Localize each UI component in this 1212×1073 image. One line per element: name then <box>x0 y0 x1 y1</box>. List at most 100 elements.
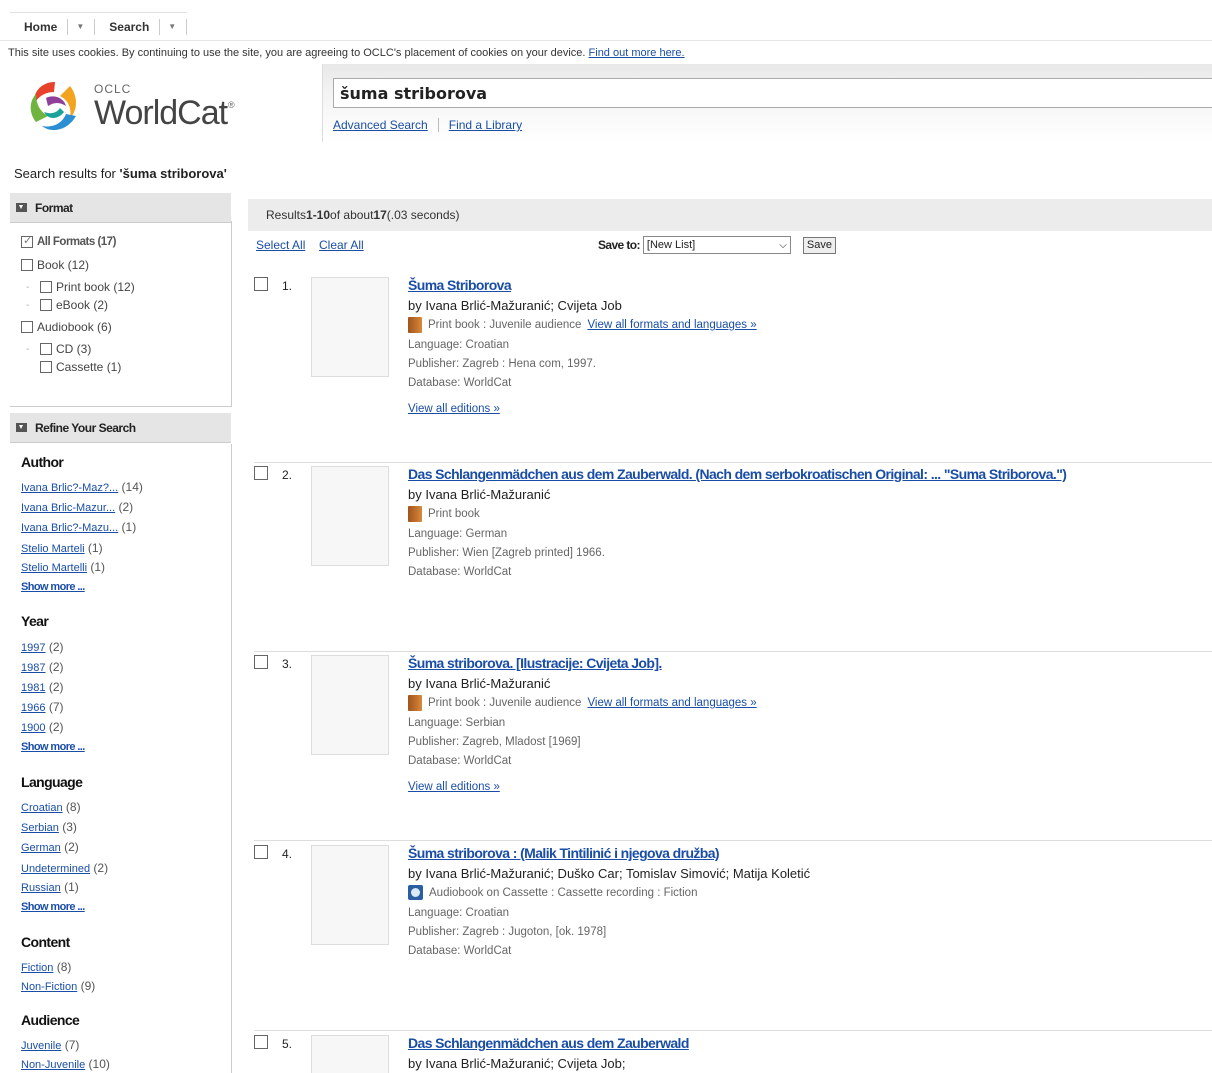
cover-thumbnail[interactable] <box>311 466 389 566</box>
checkbox[interactable] <box>40 361 52 373</box>
clear-all-link[interactable]: Clear All <box>319 238 364 252</box>
result-title[interactable]: Šuma Striborova <box>408 277 512 293</box>
facet-count: (1) <box>118 520 137 534</box>
facet-count: (9) <box>77 979 96 993</box>
format-header[interactable]: Format <box>10 193 231 223</box>
format-all[interactable]: All Formats (17) <box>21 234 116 248</box>
checkbox[interactable] <box>21 234 33 248</box>
format-cd[interactable]: - CD (3) <box>26 342 91 356</box>
view-formats-link[interactable]: View all formats and languages » <box>587 697 756 709</box>
facet-link[interactable]: 1966 <box>21 702 45 714</box>
results-for-query: 'šuma striborova' <box>119 166 227 181</box>
checkbox[interactable] <box>40 281 52 293</box>
facet-link[interactable]: Fiction <box>21 962 53 974</box>
format-label: CD (3) <box>56 342 92 356</box>
facet-link[interactable]: Non-Juvenile <box>21 1059 85 1071</box>
result-title[interactable]: Das Schlangenmädchen aus dem Zauberwald.… <box>408 466 1067 482</box>
cover-thumbnail[interactable] <box>311 655 389 755</box>
result-item: 2. Das Schlangenmädchen aus dem Zauberwa… <box>254 466 1212 652</box>
format-book[interactable]: Book (12) <box>21 258 89 272</box>
view-editions-link[interactable]: View all editions » <box>408 781 500 793</box>
nav-search-label[interactable]: Search <box>109 20 149 34</box>
facet-link[interactable]: 1987 <box>21 662 45 674</box>
facet-item: 1900 (2) <box>21 720 63 734</box>
format-print-book[interactable]: - Print book (12) <box>26 280 135 294</box>
logo-worldcat: WorldCat <box>94 94 228 132</box>
worldcat-logo[interactable]: OCLC WorldCat ® <box>24 76 244 138</box>
nav-search[interactable]: Search ▼ <box>95 13 188 41</box>
cover-thumbnail[interactable] <box>311 277 389 377</box>
facet-link[interactable]: Non-Fiction <box>21 981 77 993</box>
show-more-year[interactable]: Show more ... <box>21 741 85 753</box>
facet-link[interactable]: Serbian <box>21 822 59 834</box>
facet-link[interactable]: Ivana Brlic?-Maz?... <box>21 482 118 494</box>
chevron-down-icon[interactable]: ▼ <box>76 22 84 31</box>
show-more-author[interactable]: Show more ... <box>21 581 85 593</box>
advanced-search-link[interactable]: Advanced Search <box>333 118 428 132</box>
result-publisher: Publisher: Zagreb, Mladost [1969] <box>408 736 581 748</box>
cover-thumbnail[interactable] <box>311 845 389 945</box>
result-checkbox[interactable] <box>254 466 268 480</box>
collapse-icon[interactable] <box>16 423 27 432</box>
facet-item: Stelio Marteli (1) <box>21 541 103 555</box>
facet-link[interactable]: Russian <box>21 882 61 894</box>
refine-header[interactable]: Refine Your Search <box>10 413 231 443</box>
result-title[interactable]: Šuma striborova. [Ilustracije: Cvijeta J… <box>408 655 662 671</box>
facet-count: (8) <box>53 960 72 974</box>
search-input[interactable] <box>333 78 1212 108</box>
checkbox[interactable] <box>21 259 33 271</box>
cover-thumbnail[interactable] <box>311 1035 389 1073</box>
format-label: eBook (2) <box>56 298 109 312</box>
result-title[interactable]: Das Schlangenmädchen aus dem Zauberwald <box>408 1035 689 1051</box>
show-more-language[interactable]: Show more ... <box>21 901 85 913</box>
checkbox[interactable] <box>40 299 52 311</box>
facet-item: Ivana Brlic?-Maz?... (14) <box>21 480 143 494</box>
save-list-select[interactable]: [New List] ⌵ <box>642 236 791 254</box>
format-ebook[interactable]: - eBook (2) <box>26 298 108 312</box>
find-library-link[interactable]: Find a Library <box>449 118 522 132</box>
facet-link[interactable]: 1900 <box>21 722 45 734</box>
facet-link[interactable]: German <box>21 842 61 854</box>
facet-link[interactable]: Stelio Martelli <box>21 562 87 574</box>
nav-separator <box>67 18 69 35</box>
tree-connector-icon: - <box>26 299 30 311</box>
save-button[interactable]: Save <box>802 236 836 254</box>
cookie-notice: This site uses cookies. By continuing to… <box>8 47 685 59</box>
result-publisher: Publisher: Zagreb : Jugoton, [ok. 1978] <box>408 926 607 938</box>
facet-link[interactable]: Juvenile <box>21 1040 61 1052</box>
result-language: Language: Serbian <box>408 717 506 729</box>
facet-link[interactable]: Ivana Brlic?-Mazu... <box>21 522 118 534</box>
view-formats-link[interactable]: View all formats and languages » <box>587 319 756 331</box>
result-checkbox[interactable] <box>254 277 268 291</box>
cookie-link[interactable]: Find out more here. <box>589 47 685 59</box>
result-title[interactable]: Šuma striborova : (Malik Tintilinić i nj… <box>408 845 720 861</box>
nav-home[interactable]: Home ▼ <box>10 13 96 41</box>
checkbox[interactable] <box>40 343 52 355</box>
result-item: 3. Šuma striborova. [Ilustracije: Cvijet… <box>254 655 1212 841</box>
facet-link[interactable]: 1981 <box>21 682 45 694</box>
nav-home-label[interactable]: Home <box>24 20 57 34</box>
tree-connector-icon: - <box>26 343 30 355</box>
format-audiobook[interactable]: Audiobook (6) <box>21 320 112 334</box>
facet-link[interactable]: Undetermined <box>21 863 90 875</box>
select-all-link[interactable]: Select All <box>256 238 305 252</box>
collapse-icon[interactable] <box>16 203 27 212</box>
checkbox[interactable] <box>21 321 33 333</box>
view-editions-link[interactable]: View all editions » <box>408 403 500 415</box>
format-cassette[interactable]: Cassette (1) <box>40 360 121 374</box>
result-checkbox[interactable] <box>254 845 268 859</box>
results-total: 17 <box>373 208 387 222</box>
facet-count: (8) <box>62 800 81 814</box>
result-format: Audiobook on Cassette : Cassette recordi… <box>408 885 697 900</box>
result-database: Database: WorldCat <box>408 377 512 389</box>
facet-link[interactable]: Croatian <box>21 802 63 814</box>
save-list-value: [New List] <box>646 239 696 251</box>
facet-link[interactable]: Stelio Marteli <box>21 543 85 555</box>
chevron-down-icon[interactable]: ⌵ <box>779 240 787 251</box>
result-checkbox[interactable] <box>254 655 268 669</box>
result-checkbox[interactable] <box>254 1035 268 1049</box>
book-icon <box>408 317 422 333</box>
chevron-down-icon[interactable]: ▼ <box>168 22 176 31</box>
facet-link[interactable]: 1997 <box>21 642 45 654</box>
facet-link[interactable]: Ivana Brlic-Mazur... <box>21 502 115 514</box>
